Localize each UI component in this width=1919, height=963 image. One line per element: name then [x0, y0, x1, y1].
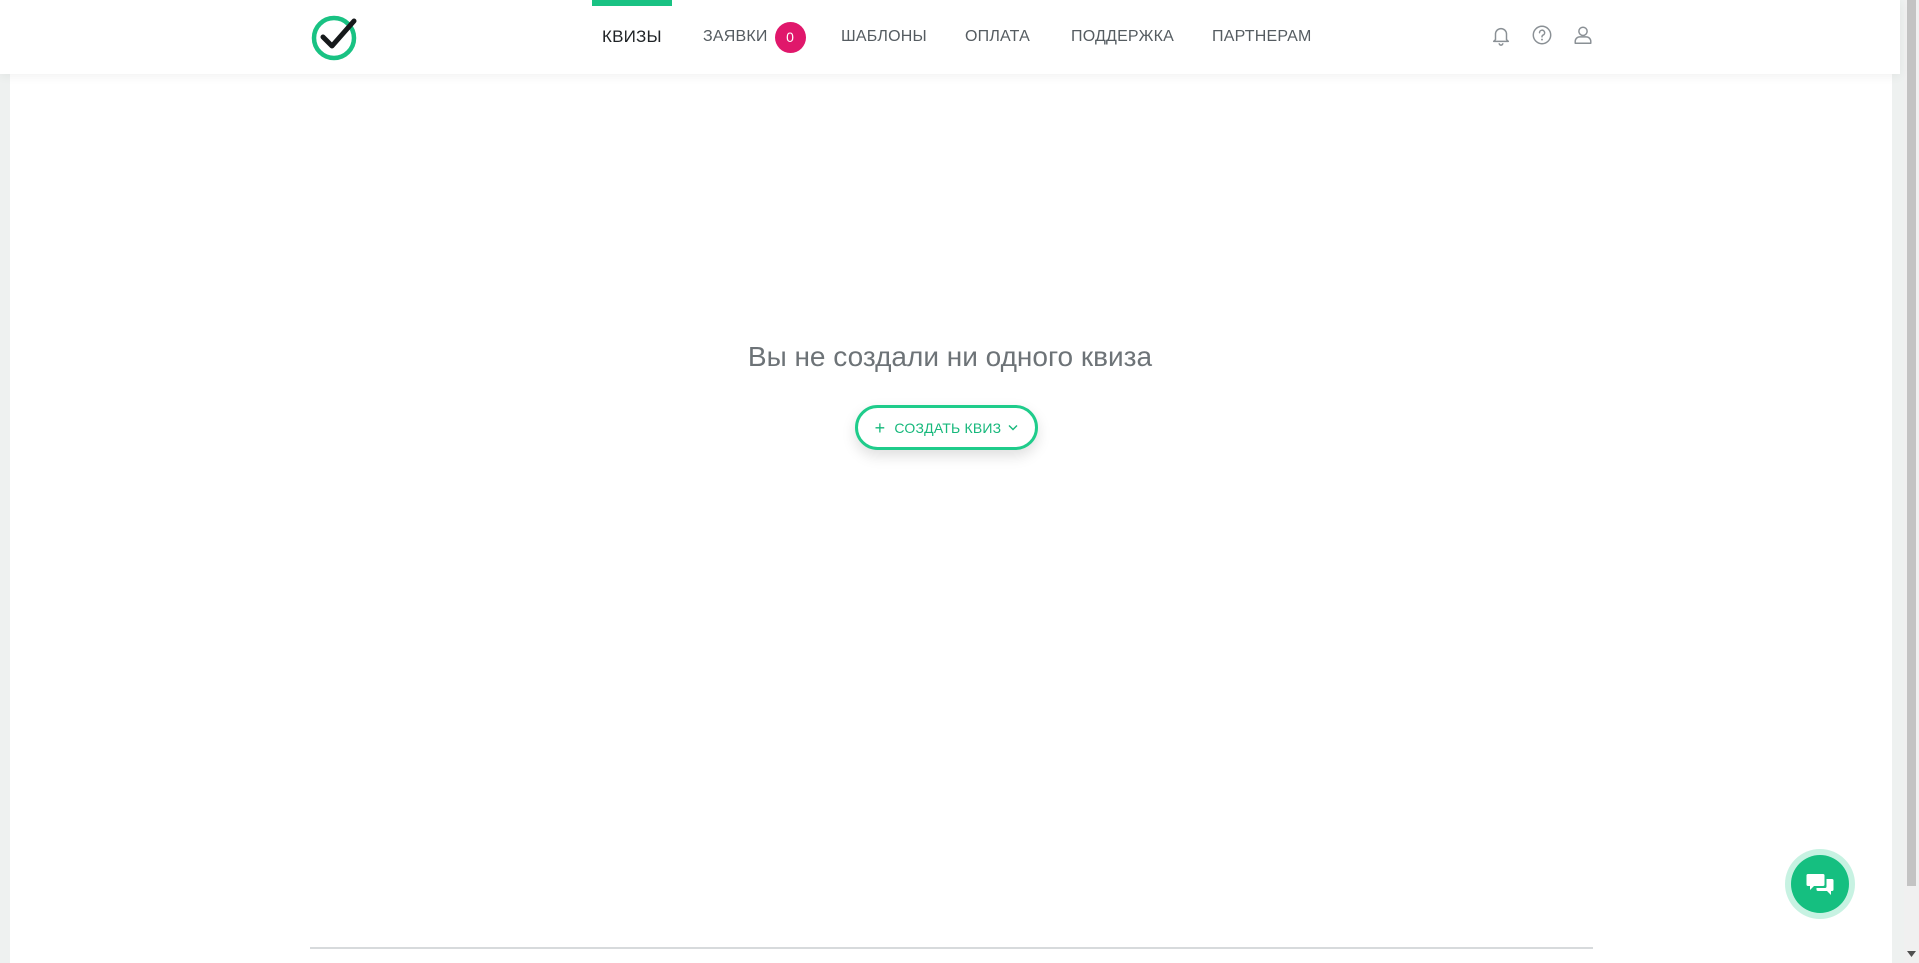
- nav-requests-label: ЗАЯВКИ: [703, 28, 768, 45]
- logo-check-icon: [311, 15, 357, 61]
- top-header: КВИЗЫ ЗАЯВКИ 0 ШАБЛОНЫ ОПЛАТА ПОДДЕРЖКА …: [0, 0, 1900, 74]
- create-quiz-label: СОЗДАТЬ КВИЗ: [894, 419, 1002, 436]
- footer-divider: [310, 947, 1593, 949]
- nav-support-label: ПОДДЕРЖКА: [1071, 28, 1174, 45]
- bell-icon: [1492, 27, 1510, 46]
- main-content-area: [10, 74, 1892, 963]
- nav-quizzes-label: КВИЗЫ: [602, 27, 662, 46]
- nav-partners[interactable]: ПАРТНЕРАМ: [1212, 0, 1312, 74]
- notifications-button[interactable]: [1488, 22, 1514, 48]
- nav-quizzes[interactable]: КВИЗЫ: [592, 0, 672, 74]
- nav-requests[interactable]: ЗАЯВКИ 0: [703, 0, 806, 74]
- nav-templates[interactable]: ШАБЛОНЫ: [841, 0, 927, 74]
- scroll-down-arrow-icon[interactable]: [1906, 948, 1917, 959]
- chevron-down-icon: [1008, 424, 1018, 431]
- help-icon: [1532, 25, 1552, 45]
- logo[interactable]: [310, 13, 360, 61]
- vertical-scrollbar[interactable]: [1904, 0, 1919, 963]
- chat-widget-button[interactable]: [1785, 849, 1855, 919]
- requests-count-badge: 0: [774, 21, 806, 53]
- nav-support[interactable]: ПОДДЕРЖКА: [1071, 0, 1174, 74]
- profile-button[interactable]: [1570, 22, 1596, 48]
- nav-partners-label: ПАРТНЕРАМ: [1212, 28, 1312, 45]
- help-button[interactable]: [1529, 22, 1555, 48]
- chat-widget-inner: [1791, 855, 1849, 913]
- scrollbar-thumb[interactable]: [1907, 0, 1916, 886]
- chat-icon: [1806, 874, 1834, 895]
- empty-state-title: Вы не создали ни одного квиза: [747, 341, 1153, 372]
- user-icon: [1574, 26, 1592, 44]
- create-quiz-button[interactable]: + СОЗДАТЬ КВИЗ: [855, 405, 1038, 450]
- nav-payment[interactable]: ОПЛАТА: [965, 0, 1030, 74]
- plus-icon: +: [874, 417, 886, 438]
- nav-templates-label: ШАБЛОНЫ: [841, 28, 927, 45]
- nav-payment-label: ОПЛАТА: [965, 28, 1030, 45]
